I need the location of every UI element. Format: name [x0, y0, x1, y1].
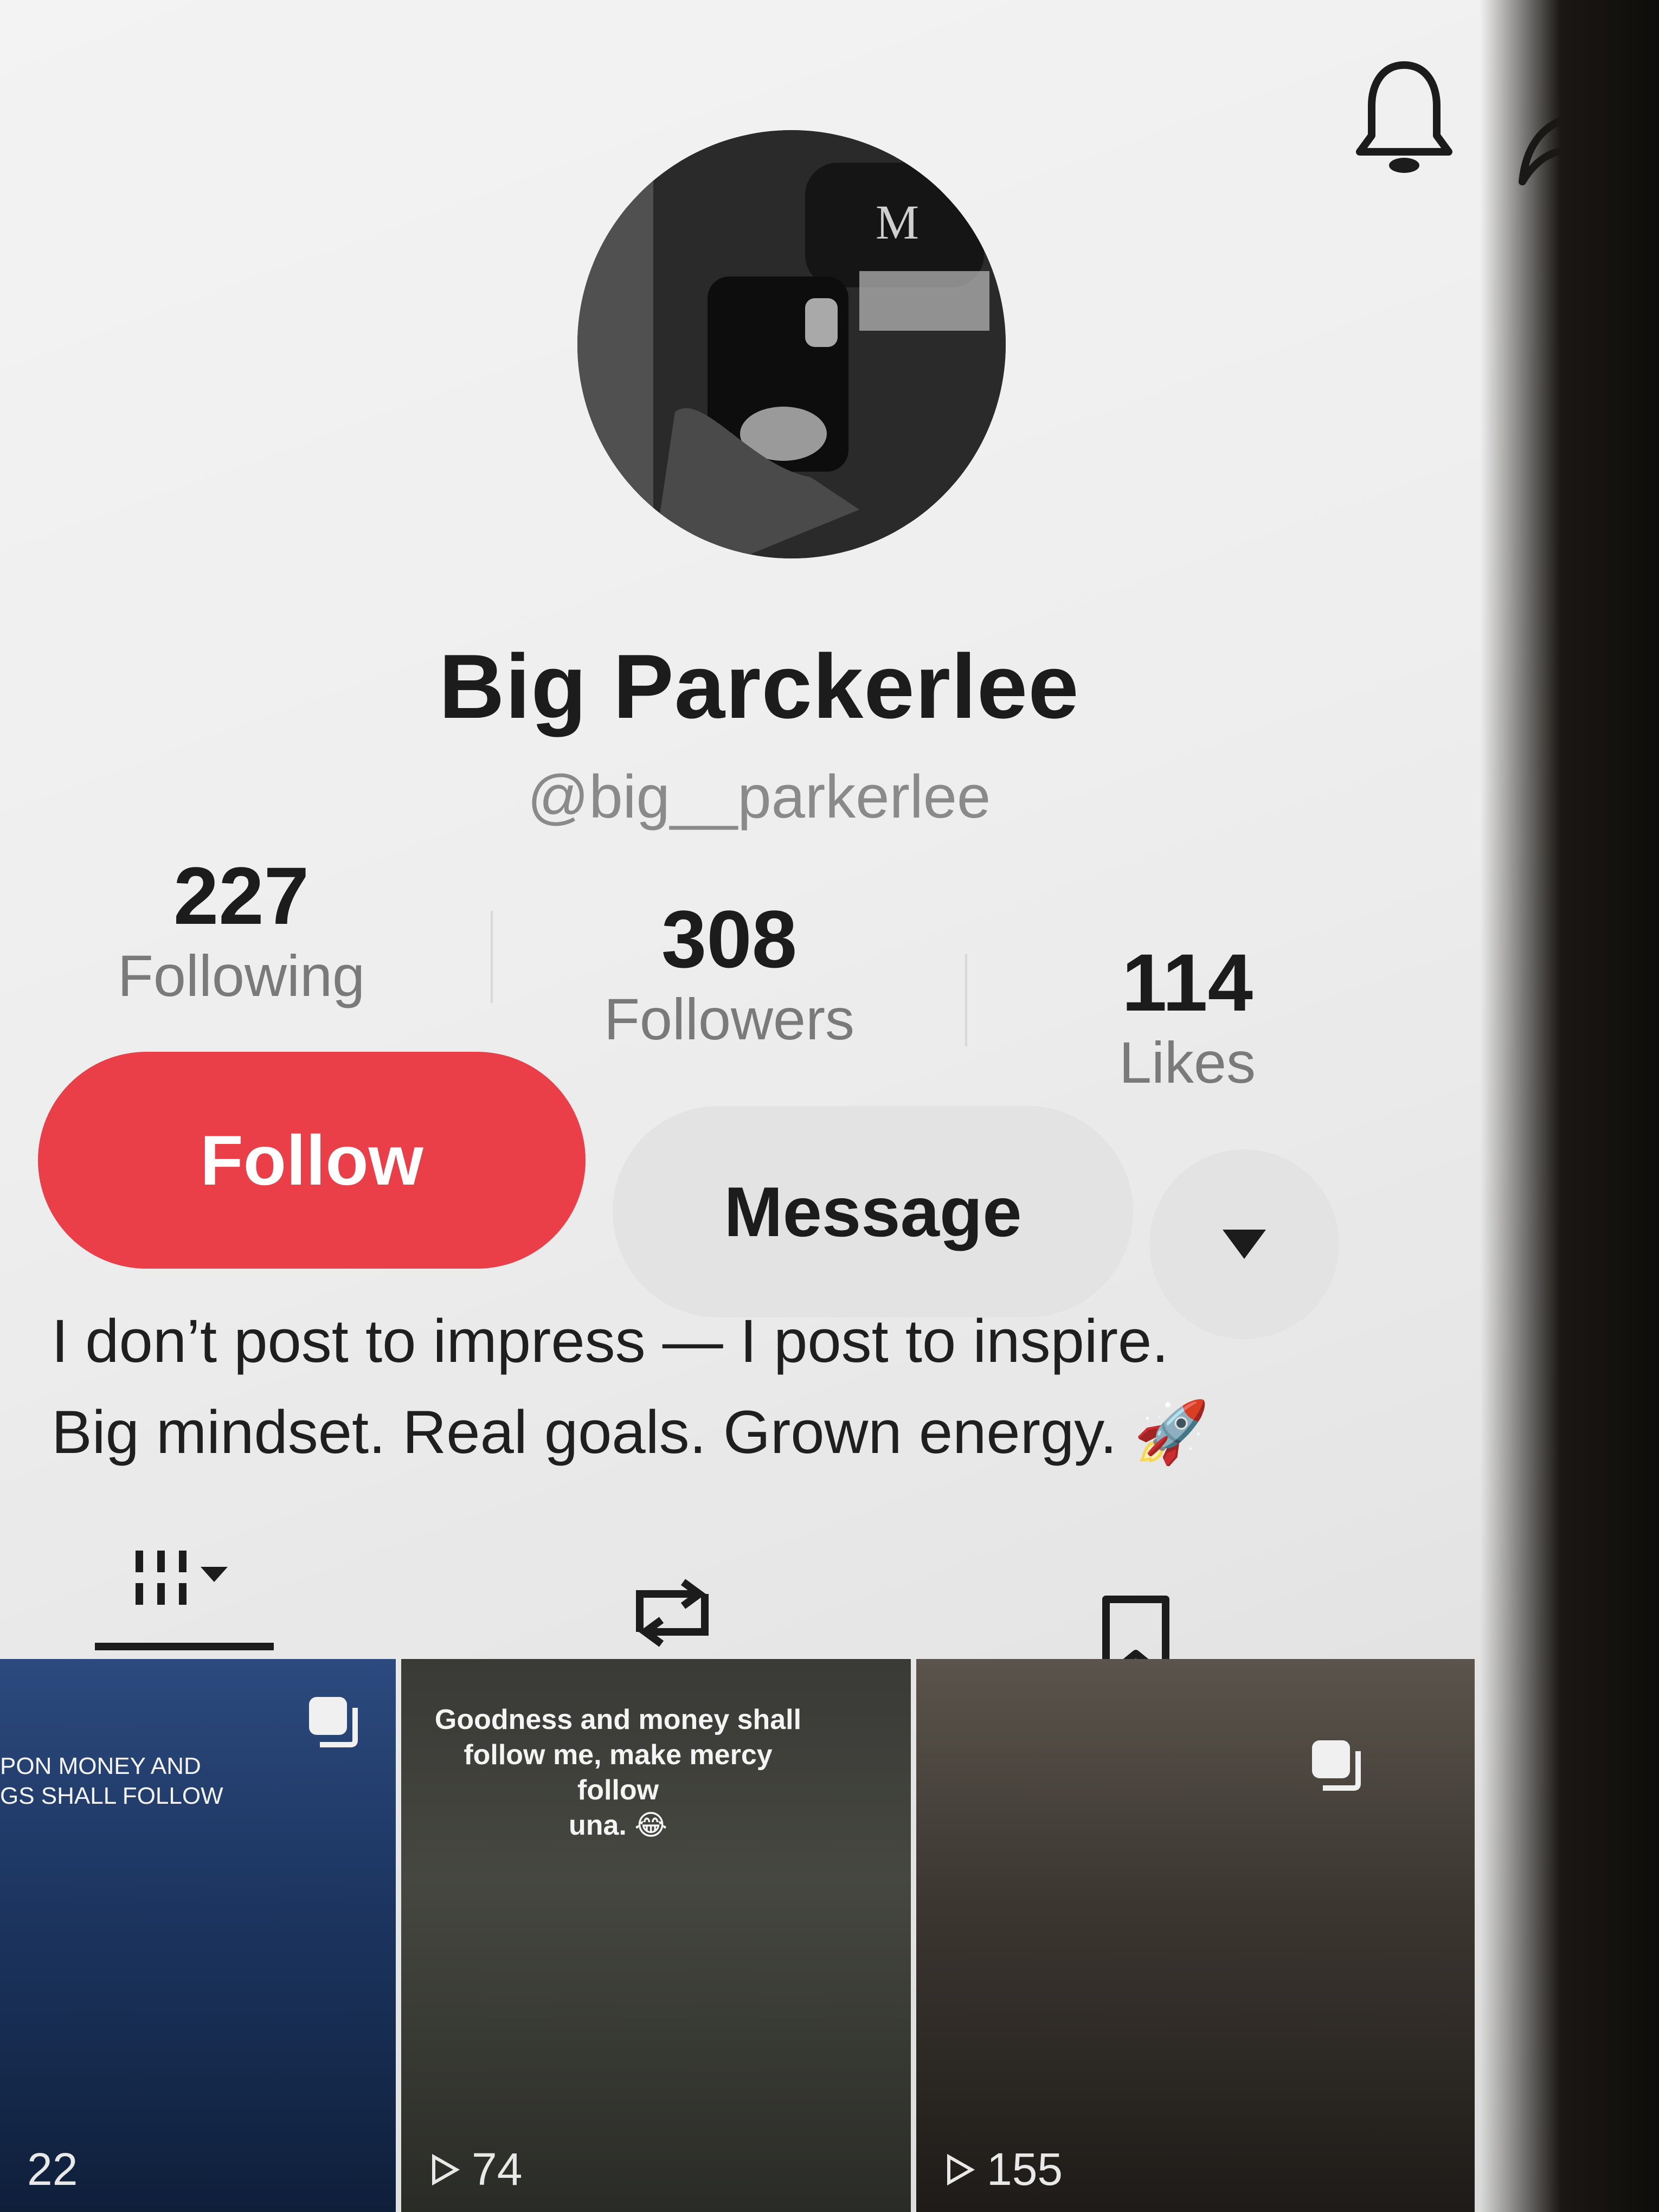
video-caption: PON MONEY AND GS SHALL FOLLOW	[0, 1753, 223, 1809]
bell-icon[interactable]	[1350, 54, 1458, 179]
following-stat[interactable]: 227 Following	[89, 851, 393, 1011]
stat-divider	[491, 911, 493, 1003]
caret-down-icon	[1223, 1230, 1266, 1259]
grid-icon	[136, 1551, 228, 1605]
video-thumbnail[interactable]: Goodness and money shall follow me, make…	[401, 1659, 911, 2212]
video-grid: PON MONEY AND GS SHALL FOLLOW 22 Goodnes…	[0, 1659, 1475, 2212]
display-name: Big Parckerlee	[439, 635, 1079, 737]
profile-bio: I don’t post to impress — I post to insp…	[52, 1296, 1326, 1478]
view-count: 155	[943, 2143, 1063, 2196]
followers-stat[interactable]: 308 Followers	[577, 895, 881, 1054]
view-count: 22	[27, 2143, 78, 2196]
likes-count: 114	[1122, 937, 1253, 1028]
follow-button[interactable]: Follow	[38, 1052, 586, 1269]
video-thumbnail[interactable]: PON MONEY AND GS SHALL FOLLOW 22	[0, 1659, 396, 2212]
bio-line: I don’t post to impress — I post to insp…	[52, 1307, 1169, 1375]
tab-videos[interactable]	[130, 1540, 271, 1626]
username-handle: @big__parkerlee	[527, 763, 991, 831]
multi-photo-icon	[1307, 1735, 1366, 1795]
stat-divider	[965, 954, 967, 1046]
view-count-value: 155	[987, 2144, 1063, 2195]
video-caption: Goodness and money shall follow me, make…	[434, 1704, 802, 1841]
repost-icon	[636, 1579, 709, 1647]
following-count: 227	[173, 850, 310, 941]
play-icon	[432, 2153, 460, 2185]
view-count: 74	[428, 2143, 522, 2196]
view-count-value: 74	[472, 2144, 523, 2195]
avatar[interactable]: M	[577, 130, 1006, 558]
play-icon	[947, 2153, 975, 2185]
likes-label: Likes	[1118, 1030, 1256, 1095]
active-tab-indicator	[95, 1643, 274, 1650]
device-edge	[1480, 0, 1659, 2212]
profile-screen: M Big Parckerlee @big__parkerlee 227 Fol…	[0, 0, 1659, 2212]
tab-reposts[interactable]	[623, 1572, 721, 1654]
view-count-value: 22	[27, 2144, 78, 2195]
multi-photo-icon	[304, 1692, 363, 1751]
bio-line: Big mindset. Real goals. Grown energy. 🚀	[52, 1398, 1210, 1466]
likes-stat[interactable]: 114 Likes	[1036, 938, 1339, 1098]
video-thumbnail[interactable]: 155	[916, 1659, 1475, 2212]
followers-count: 308	[661, 893, 798, 985]
message-button[interactable]: Message	[613, 1106, 1133, 1317]
svg-text:M: M	[876, 196, 919, 249]
content-tabs	[0, 1518, 1464, 1682]
following-label: Following	[117, 943, 365, 1008]
followers-label: Followers	[603, 986, 855, 1052]
